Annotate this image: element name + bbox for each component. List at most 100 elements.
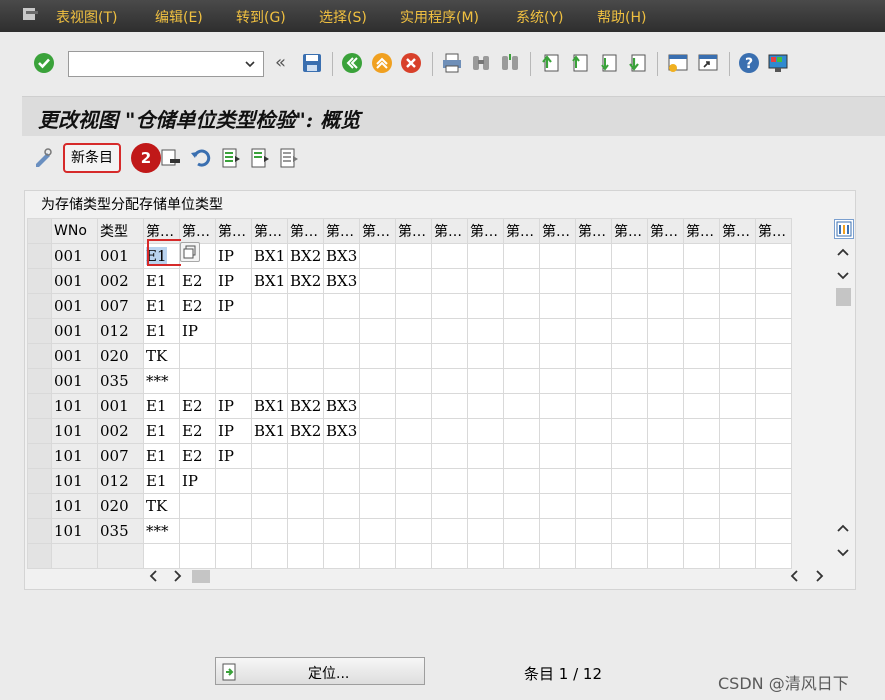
value-cell[interactable] [575, 318, 612, 344]
value-cell[interactable] [395, 468, 432, 494]
value-cell[interactable]: E1 [143, 468, 180, 494]
value-cell[interactable] [539, 543, 576, 569]
column-header[interactable]: 类型 [97, 218, 144, 244]
value-cell[interactable] [287, 518, 324, 544]
value-cell[interactable] [251, 518, 288, 544]
value-cell[interactable] [755, 343, 792, 369]
value-cell[interactable] [467, 318, 504, 344]
value-cell[interactable] [467, 468, 504, 494]
value-cell[interactable] [719, 518, 756, 544]
value-cell[interactable] [575, 343, 612, 369]
value-cell[interactable] [323, 443, 360, 469]
value-cell[interactable] [503, 543, 540, 569]
value-cell[interactable]: BX1 [251, 268, 288, 294]
value-cell[interactable] [755, 318, 792, 344]
chevron-down-icon[interactable] [245, 59, 255, 69]
value-cell[interactable] [251, 293, 288, 319]
value-cell[interactable] [611, 493, 648, 519]
value-cell[interactable] [611, 418, 648, 444]
value-cell[interactable] [539, 368, 576, 394]
menu-goto[interactable]: 转到(G) [236, 7, 286, 27]
value-cell[interactable] [539, 343, 576, 369]
value-cell[interactable] [575, 543, 612, 569]
value-cell[interactable] [611, 368, 648, 394]
value-cell[interactable] [503, 268, 540, 294]
row-selector[interactable] [27, 543, 52, 569]
value-cell[interactable] [251, 318, 288, 344]
value-cell[interactable] [647, 418, 684, 444]
value-cell[interactable] [431, 318, 468, 344]
value-cell[interactable] [359, 318, 396, 344]
value-cell[interactable] [215, 493, 252, 519]
value-cell[interactable] [719, 543, 756, 569]
value-cell[interactable] [683, 293, 720, 319]
column-header[interactable]: 第… [287, 218, 324, 244]
value-cell[interactable] [395, 368, 432, 394]
value-cell[interactable]: TK [143, 493, 180, 519]
value-cell[interactable]: IP [215, 418, 252, 444]
value-cell[interactable] [611, 443, 648, 469]
value-cell[interactable] [395, 518, 432, 544]
column-header[interactable]: 第… [683, 218, 720, 244]
value-cell[interactable] [575, 468, 612, 494]
value-cell[interactable] [647, 243, 684, 269]
row-selector[interactable] [27, 518, 52, 544]
value-cell[interactable] [395, 443, 432, 469]
row-selector[interactable] [27, 393, 52, 419]
exit-icon[interactable] [371, 52, 393, 74]
value-cell[interactable]: BX3 [323, 268, 360, 294]
value-cell[interactable]: IP [215, 393, 252, 419]
value-cell[interactable] [395, 543, 432, 569]
value-cell[interactable] [755, 518, 792, 544]
value-cell[interactable] [323, 468, 360, 494]
value-cell[interactable] [647, 293, 684, 319]
value-cell[interactable] [539, 243, 576, 269]
value-cell[interactable] [611, 243, 648, 269]
value-cell[interactable] [755, 468, 792, 494]
value-cell[interactable] [395, 418, 432, 444]
value-cell[interactable] [575, 393, 612, 419]
last-page-icon[interactable] [626, 52, 648, 74]
value-cell[interactable] [755, 393, 792, 419]
value-cell[interactable] [287, 368, 324, 394]
value-cell[interactable] [503, 318, 540, 344]
value-cell[interactable] [755, 293, 792, 319]
value-cell[interactable] [431, 243, 468, 269]
value-cell[interactable] [755, 268, 792, 294]
value-cell[interactable] [251, 493, 288, 519]
value-cell[interactable] [215, 543, 252, 569]
value-cell[interactable] [539, 393, 576, 419]
command-field[interactable] [68, 51, 264, 77]
value-cell[interactable]: E2 [179, 268, 216, 294]
value-cell[interactable]: IP [215, 243, 252, 269]
column-header[interactable]: 第… [503, 218, 540, 244]
value-cell[interactable] [359, 243, 396, 269]
value-cell[interactable] [251, 368, 288, 394]
row-selector[interactable] [27, 418, 52, 444]
value-cell[interactable] [251, 443, 288, 469]
print-icon[interactable] [441, 52, 463, 74]
value-cell[interactable]: IP [215, 293, 252, 319]
value-cell[interactable] [215, 343, 252, 369]
value-cell[interactable] [539, 293, 576, 319]
value-cell[interactable] [683, 318, 720, 344]
row-selector[interactable] [27, 343, 52, 369]
column-settings-button[interactable] [834, 219, 854, 239]
value-cell[interactable] [539, 443, 576, 469]
check-icon[interactable] [33, 52, 55, 74]
locate-button[interactable]: 定位... [215, 657, 425, 685]
value-cell[interactable]: BX2 [287, 243, 324, 269]
value-cell[interactable] [395, 268, 432, 294]
menu-selection[interactable]: 选择(S) [319, 7, 367, 27]
delete-icon[interactable] [160, 147, 182, 169]
value-cell[interactable] [683, 543, 720, 569]
value-cell[interactable] [647, 518, 684, 544]
value-cell[interactable]: E2 [179, 393, 216, 419]
value-cell[interactable] [647, 493, 684, 519]
value-cell[interactable] [575, 293, 612, 319]
value-cell[interactable] [647, 543, 684, 569]
value-cell[interactable] [503, 443, 540, 469]
value-cell[interactable] [287, 468, 324, 494]
value-cell[interactable]: E1 [143, 418, 180, 444]
value-cell[interactable]: E1 [143, 268, 180, 294]
